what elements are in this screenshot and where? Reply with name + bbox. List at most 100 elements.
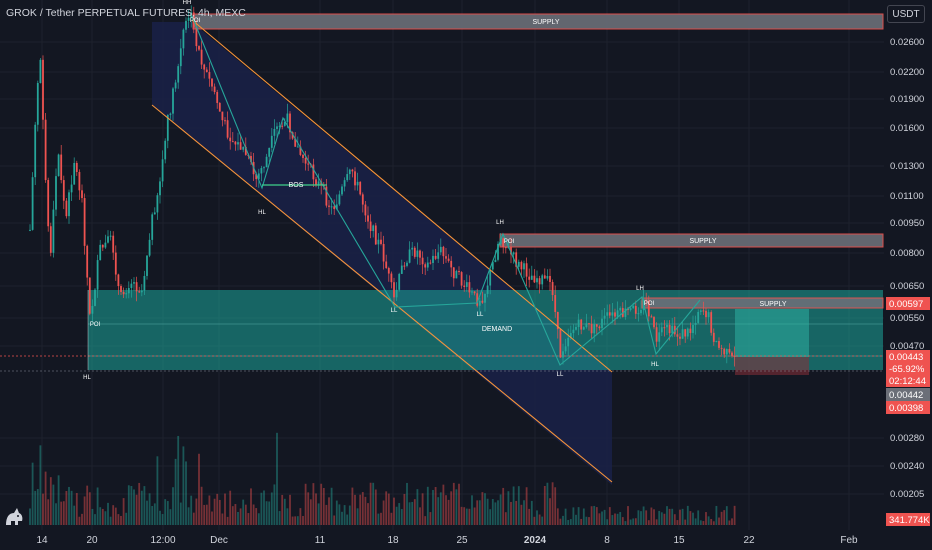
annotation-hl: HL	[258, 210, 266, 216]
candle-body	[99, 244, 102, 261]
candle-body	[707, 312, 710, 318]
candle-body	[148, 239, 151, 256]
volume-bar	[148, 493, 151, 525]
volume-bar	[257, 513, 260, 525]
volume-bar	[512, 486, 515, 525]
volume-bar	[112, 505, 115, 525]
volume-bar	[647, 520, 650, 525]
tradingview-logo-icon[interactable]	[3, 505, 25, 527]
volume-bar	[551, 482, 554, 525]
time-tick-label: 15	[673, 535, 685, 546]
volume-bar	[660, 512, 663, 525]
price-tick-label: 0.01100	[890, 191, 924, 202]
volume-bar	[156, 456, 159, 525]
time-tick-label: 14	[36, 535, 48, 546]
candle-body	[705, 310, 707, 318]
candle-body	[658, 332, 661, 342]
price-chart[interactable]: SUPPLY SUPPLY SUPPLY HH POI HL BOS LL LH POI LL LL L…	[0, 0, 932, 550]
volume-bar	[497, 500, 499, 525]
volume-bar	[679, 509, 681, 525]
volume-bar	[346, 514, 349, 525]
volume-bar	[62, 501, 65, 525]
candle-body	[634, 305, 637, 314]
volume-bar	[296, 516, 299, 525]
candle-body	[445, 256, 447, 259]
candle-body	[333, 206, 336, 210]
candle-body	[114, 252, 117, 275]
volume-bar	[528, 508, 531, 525]
candle-body	[29, 229, 31, 231]
symbol-title[interactable]: GROK / Tether PERPETUAL FUTURES, 4h, MEX…	[6, 7, 246, 19]
volume-bar	[668, 508, 671, 525]
volume-bar	[281, 494, 284, 525]
volume-bar	[304, 483, 307, 525]
volume-bar	[588, 517, 590, 525]
candle-body	[273, 128, 276, 136]
candle-body	[520, 261, 523, 270]
volume-bar	[634, 518, 637, 525]
candle-body	[432, 255, 434, 263]
candle-body	[47, 180, 50, 227]
volume-bar	[728, 520, 731, 525]
volume-bar	[598, 513, 601, 525]
time-tick-label: 20	[86, 535, 98, 546]
volume-bar	[437, 497, 440, 525]
candle-body	[588, 323, 590, 325]
volume-bar	[562, 515, 564, 525]
candle-body	[632, 305, 635, 309]
volume-bar	[237, 511, 239, 525]
volume-bar	[471, 495, 473, 525]
volume-bar	[221, 513, 224, 525]
volume-bar	[341, 511, 343, 525]
volume-bar	[481, 492, 484, 525]
volume-bar	[650, 507, 653, 525]
candle-body	[104, 242, 107, 248]
volume-bar	[452, 482, 455, 525]
candle-body	[395, 289, 398, 298]
time-tick-label: 22	[743, 535, 755, 546]
volume-bar	[486, 498, 489, 525]
candle-body	[564, 346, 567, 352]
candle-body	[681, 329, 684, 339]
volume-bar	[413, 499, 416, 525]
volume-bar	[140, 490, 143, 525]
candle-body	[523, 263, 525, 270]
volume-bar	[377, 513, 380, 525]
candle-body	[68, 192, 70, 217]
candle-body	[73, 162, 76, 185]
volume-bar	[681, 508, 684, 525]
volume-bar	[86, 485, 89, 525]
volume-bar	[393, 497, 395, 525]
volume-bar	[83, 496, 86, 525]
candle-body	[78, 172, 81, 191]
volume-bar	[320, 483, 323, 525]
volume-bar	[247, 513, 250, 525]
volume-bar	[315, 493, 317, 525]
volume-bar	[278, 511, 281, 525]
volume-bar	[447, 499, 450, 525]
candle-body	[364, 204, 367, 216]
volume-bar	[307, 492, 310, 525]
volume-bar	[78, 516, 81, 525]
candle-body	[655, 327, 658, 342]
volume-bar	[697, 510, 700, 525]
volume-bar	[445, 495, 447, 525]
volume-bar	[348, 505, 351, 525]
volume-bar	[138, 482, 141, 525]
volume-bar	[380, 512, 382, 525]
candle-body	[577, 319, 580, 328]
price-tick-label: 0.00205	[890, 489, 924, 500]
volume-bar	[57, 475, 60, 525]
candle-body	[276, 126, 278, 129]
volume-bar	[395, 506, 398, 525]
price-tick-label: 0.00240	[890, 461, 924, 472]
candle-body	[96, 260, 99, 290]
candle-body	[224, 120, 226, 122]
volume-bar	[400, 509, 403, 525]
volume-bar	[39, 445, 42, 525]
volume-bar	[218, 499, 221, 525]
volume-bar	[185, 461, 187, 525]
currency-button[interactable]: USDT	[887, 5, 925, 23]
volume-bar	[231, 506, 234, 525]
volume-bar	[705, 512, 707, 525]
